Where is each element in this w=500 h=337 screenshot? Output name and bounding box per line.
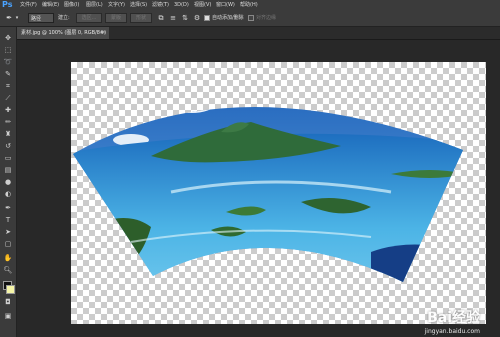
mask-button[interactable]: 蒙版 [105, 13, 127, 23]
quick-mask-icon[interactable]: ◘ [3, 297, 13, 307]
menu-type[interactable]: 文字(Y) [108, 0, 125, 10]
document-tab[interactable]: 素材.jpg @ 100% (图层 0, RGB/8#) * × [17, 27, 109, 48]
shape-icon[interactable]: ▢ [3, 239, 13, 249]
tools-panel: ✥ ⬚ ➰ ✎ ⌗ ⟋ ✚ ✏ ♜ ↺ ▭ ▤ ● ◐ ✒ T ➤ ▢ ✋ 🔍︎… [0, 27, 17, 337]
blur-icon[interactable]: ● [3, 177, 13, 187]
warped-image [73, 106, 463, 282]
menu-edit[interactable]: 编辑(E) [42, 0, 59, 10]
zoom-icon[interactable]: 🔍︎ [3, 265, 13, 275]
stamp-icon[interactable]: ♜ [3, 129, 13, 139]
tool-preset-chevron-icon[interactable]: ▾ [14, 12, 20, 24]
menu-image[interactable]: 图像(I) [64, 0, 79, 10]
menu-file[interactable]: 文件(F) [20, 0, 37, 10]
menu-select[interactable]: 选择(S) [130, 0, 147, 10]
document-tab-bar: 素材.jpg @ 100% (图层 0, RGB/8#) * × [17, 27, 500, 48]
menu-view[interactable]: 视图(V) [194, 0, 211, 10]
move-icon[interactable]: ✥ [3, 33, 13, 43]
cloud [379, 107, 423, 121]
hand-icon[interactable]: ✋ [3, 253, 13, 263]
watermark-logo: Bai经验 [427, 310, 480, 326]
document-canvas[interactable] [71, 62, 486, 324]
selection-button[interactable]: 选区... [76, 13, 102, 23]
cloud [167, 106, 215, 113]
path-select-icon[interactable]: ➤ [3, 227, 13, 237]
lasso-icon[interactable]: ➰ [3, 57, 13, 67]
photoshop-logo: Ps [2, 0, 13, 9]
pen-icon[interactable]: ✒ [3, 203, 13, 213]
watermark-url: jingyan.baidu.com [424, 328, 480, 335]
path-alignment-icon[interactable]: ≡ [168, 12, 178, 24]
healing-icon[interactable]: ✚ [3, 105, 13, 115]
make-label: 建立: [58, 15, 70, 21]
align-edges-label: 对齐边缘 [256, 15, 277, 21]
path-operations-icon[interactable]: ⧉ [156, 12, 166, 24]
background-color-swatch[interactable] [6, 285, 15, 294]
brush-icon[interactable]: ✏ [3, 117, 13, 127]
align-edges-checkbox[interactable] [248, 15, 254, 21]
menu-help[interactable]: 帮助(H) [240, 0, 258, 10]
auto-add-delete-label: 自动添加/删除 [212, 15, 244, 21]
eyedropper-icon[interactable]: ⟋ [3, 93, 13, 103]
close-icon[interactable]: × [102, 27, 106, 39]
menu-filter[interactable]: 滤镜(T) [152, 0, 169, 10]
settings-gear-icon[interactable]: ⚙ [192, 12, 202, 24]
mode-dropdown[interactable]: 路径 [28, 13, 54, 23]
menu-3d[interactable]: 3D(D) [174, 0, 189, 10]
marquee-icon[interactable]: ⬚ [3, 45, 13, 55]
eraser-icon[interactable]: ▭ [3, 153, 13, 163]
options-bar: ✒ ▾ 路径 建立: 选区... 蒙版 形状 ⧉ ≡ ⇅ ⚙ 自动添加/删除 对… [0, 10, 500, 27]
gradient-icon[interactable]: ▤ [3, 165, 13, 175]
screen-mode-icon[interactable]: ▣ [3, 311, 13, 321]
menu-window[interactable]: 窗口(W) [216, 0, 235, 10]
path-arrangement-icon[interactable]: ⇅ [180, 12, 190, 24]
history-brush-icon[interactable]: ↺ [3, 141, 13, 151]
type-icon[interactable]: T [3, 215, 13, 225]
dodge-icon[interactable]: ◐ [3, 189, 13, 199]
quick-select-icon[interactable]: ✎ [3, 69, 13, 79]
pen-tool-icon[interactable]: ✒ [4, 12, 14, 24]
auto-add-delete-checkbox[interactable] [204, 15, 210, 21]
crop-icon[interactable]: ⌗ [3, 81, 13, 91]
cloud [271, 106, 331, 108]
shape-button[interactable]: 形状 [130, 13, 152, 23]
menu-layer[interactable]: 图层(L) [86, 0, 103, 10]
